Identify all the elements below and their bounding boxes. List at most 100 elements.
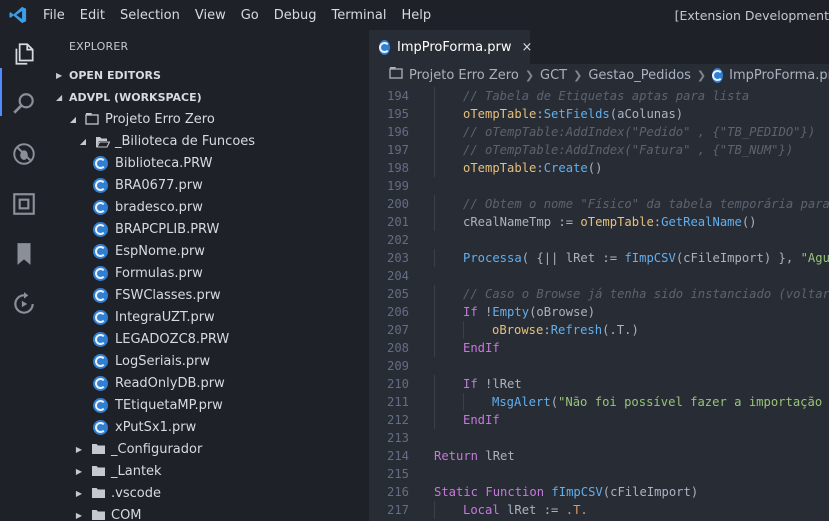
breadcrumb-item[interactable]: Projeto Erro Zero <box>409 68 519 83</box>
search-icon[interactable] <box>9 89 39 119</box>
file-item[interactable]: LEGADOZC8.PRW <box>48 328 369 350</box>
tree-project[interactable]: ◢ Projeto Erro Zero <box>48 108 369 130</box>
line-number: 212 <box>386 413 409 427</box>
menu-help[interactable]: Help <box>401 8 431 23</box>
project-icon <box>84 111 100 127</box>
code-token: // Caso o Browse já tenha sido instancia… <box>463 287 829 301</box>
advpl-file-icon <box>93 309 108 325</box>
code-line: 195 oTempTable:SetFields(aColunas) <box>369 105 829 123</box>
file-label: BRA0677.prw <box>115 177 203 193</box>
code-token: Create <box>543 161 588 175</box>
line-text: EndIf <box>463 339 500 357</box>
vscode-logo-icon <box>9 6 27 24</box>
open-editors-header[interactable]: ▶ OPEN EDITORS <box>48 64 369 86</box>
code-line: 214 Return lRet <box>369 447 829 465</box>
code-editor[interactable]: 194 // Tabela de Etiquetas aptas para lis… <box>369 86 829 521</box>
code-token: cRealNameTmp := <box>463 215 581 229</box>
code-token: oTempTable <box>463 161 537 175</box>
indent-guide <box>434 213 435 231</box>
code-line: 201 cRealNameTmp := oTempTable:GetRealNam… <box>369 213 829 231</box>
menu-view[interactable]: View <box>195 8 226 23</box>
menu-debug[interactable]: Debug <box>274 8 317 23</box>
tab-impproforma[interactable]: ImpProForma.prw × <box>369 30 532 64</box>
code-token: If <box>463 305 478 319</box>
line-text: // Tabela de Etiquetas aptas para lista <box>463 87 749 105</box>
line-number: 196 <box>386 125 409 139</box>
chevron-down-icon: ◢ <box>79 136 87 146</box>
menu-terminal[interactable]: Terminal <box>332 8 387 23</box>
file-item[interactable]: TEtiquetaMP.prw <box>48 394 369 416</box>
line-number: 205 <box>386 287 409 301</box>
code-token: lRet := <box>499 503 566 517</box>
folder-icon <box>90 441 106 457</box>
breadcrumb-item[interactable]: ImpProForma.prw <box>729 68 829 83</box>
line-text: If !Empty(oBrowse) <box>463 303 595 321</box>
code-line: 205 // Caso o Browse já tenha sido instan… <box>369 285 829 303</box>
menu-go[interactable]: Go <box>241 8 259 23</box>
file-item[interactable]: ReadOnlyDB.prw <box>48 372 369 394</box>
code-token: Local <box>463 503 500 517</box>
timeline-icon[interactable] <box>9 289 39 319</box>
code-line: 207 oBrowse:Refresh(.T.) <box>369 321 829 339</box>
folder-item[interactable]: ▶ _Configurador <box>48 438 369 460</box>
menu-edit[interactable]: Edit <box>80 8 105 23</box>
code-token: : <box>543 323 551 337</box>
file-item[interactable]: BRA0677.prw <box>48 174 369 196</box>
file-label: LogSeriais.prw <box>115 353 211 369</box>
file-item[interactable]: Biblioteca.PRW <box>48 152 369 174</box>
code-token: Return <box>434 449 479 463</box>
bookmark-icon[interactable] <box>9 239 39 269</box>
code-line: 216 Static Function fImpCSV(cFileImport) <box>369 483 829 501</box>
code-token: // Tabela de Etiquetas aptas para lista <box>463 89 750 103</box>
breadcrumb-item[interactable]: Gestao_Pedidos <box>588 68 691 83</box>
folder-item[interactable]: ▶ COM <box>48 504 369 521</box>
code-line: 196 // oTempTable:AddIndex("Pedido" , {"T… <box>369 123 829 141</box>
file-item[interactable]: EspNome.prw <box>48 240 369 262</box>
line-text: // oTempTable:AddIndex("Fatura" , {"TB_N… <box>463 141 793 159</box>
advpl-file-icon <box>93 353 108 369</box>
code-line: 203 Processa( {|| lRet := fImpCSV(cFileIm… <box>369 249 829 267</box>
file-item[interactable]: BRAPCPLIB.PRW <box>48 218 369 240</box>
folder-item[interactable]: ▶ .vscode <box>48 482 369 504</box>
advpl-file-icon <box>93 177 108 193</box>
line-number: 207 <box>386 323 409 337</box>
file-item[interactable]: IntegraUZT.prw <box>48 306 369 328</box>
breadcrumb-item[interactable]: GCT <box>540 68 567 83</box>
tab-bar: ImpProForma.prw × <box>369 30 829 64</box>
code-token: lRet <box>478 449 515 463</box>
file-label: LEGADOZC8.PRW <box>115 331 230 347</box>
editor-area: ImpProForma.prw × Projeto Erro Zero ❯ GC… <box>369 30 829 521</box>
file-item[interactable]: FSWClasses.prw <box>48 284 369 306</box>
explorer-title: EXPLORER <box>69 40 129 53</box>
workspace-label: ADVPL (WORKSPACE) <box>69 90 202 104</box>
code-line: 215 <box>369 465 829 483</box>
folder-label: _Bilioteca de Funcoes <box>115 133 256 149</box>
file-label: xPutSx1.prw <box>115 419 197 435</box>
workspace-header[interactable]: ◢ ADVPL (WORKSPACE) <box>48 86 369 108</box>
indent-guide <box>463 321 464 339</box>
file-item[interactable]: bradesco.prw <box>48 196 369 218</box>
advpl-file-icon <box>93 221 108 237</box>
menu-selection[interactable]: Selection <box>120 8 180 23</box>
advpl-file-icon <box>93 287 108 303</box>
code-line: 202 <box>369 231 829 249</box>
line-text: // Obtem o nome "Físico" da tabela tempo… <box>463 195 829 213</box>
tree-folder-open[interactable]: ◢ _Bilioteca de Funcoes <box>48 130 369 152</box>
file-label: Biblioteca.PRW <box>115 155 213 171</box>
file-item[interactable]: Formulas.prw <box>48 262 369 284</box>
folder-label: _Lantek <box>111 463 162 479</box>
close-icon[interactable]: × <box>521 40 532 55</box>
advpl-file-icon <box>379 39 390 55</box>
window-title: [Extension Development <box>674 8 829 23</box>
extensions-icon[interactable] <box>9 189 39 219</box>
explorer-icon[interactable] <box>9 39 39 69</box>
menu-file[interactable]: File <box>43 8 65 23</box>
debug-icon[interactable] <box>9 139 39 169</box>
code-token: () <box>741 215 757 229</box>
advpl-file-icon <box>712 67 724 83</box>
folder-item[interactable]: ▶ _Lantek <box>48 460 369 482</box>
code-line: 212 EndIf <box>369 411 829 429</box>
file-item[interactable]: LogSeriais.prw <box>48 350 369 372</box>
file-item[interactable]: xPutSx1.prw <box>48 416 369 438</box>
code-token: fImpCSV <box>551 485 603 499</box>
